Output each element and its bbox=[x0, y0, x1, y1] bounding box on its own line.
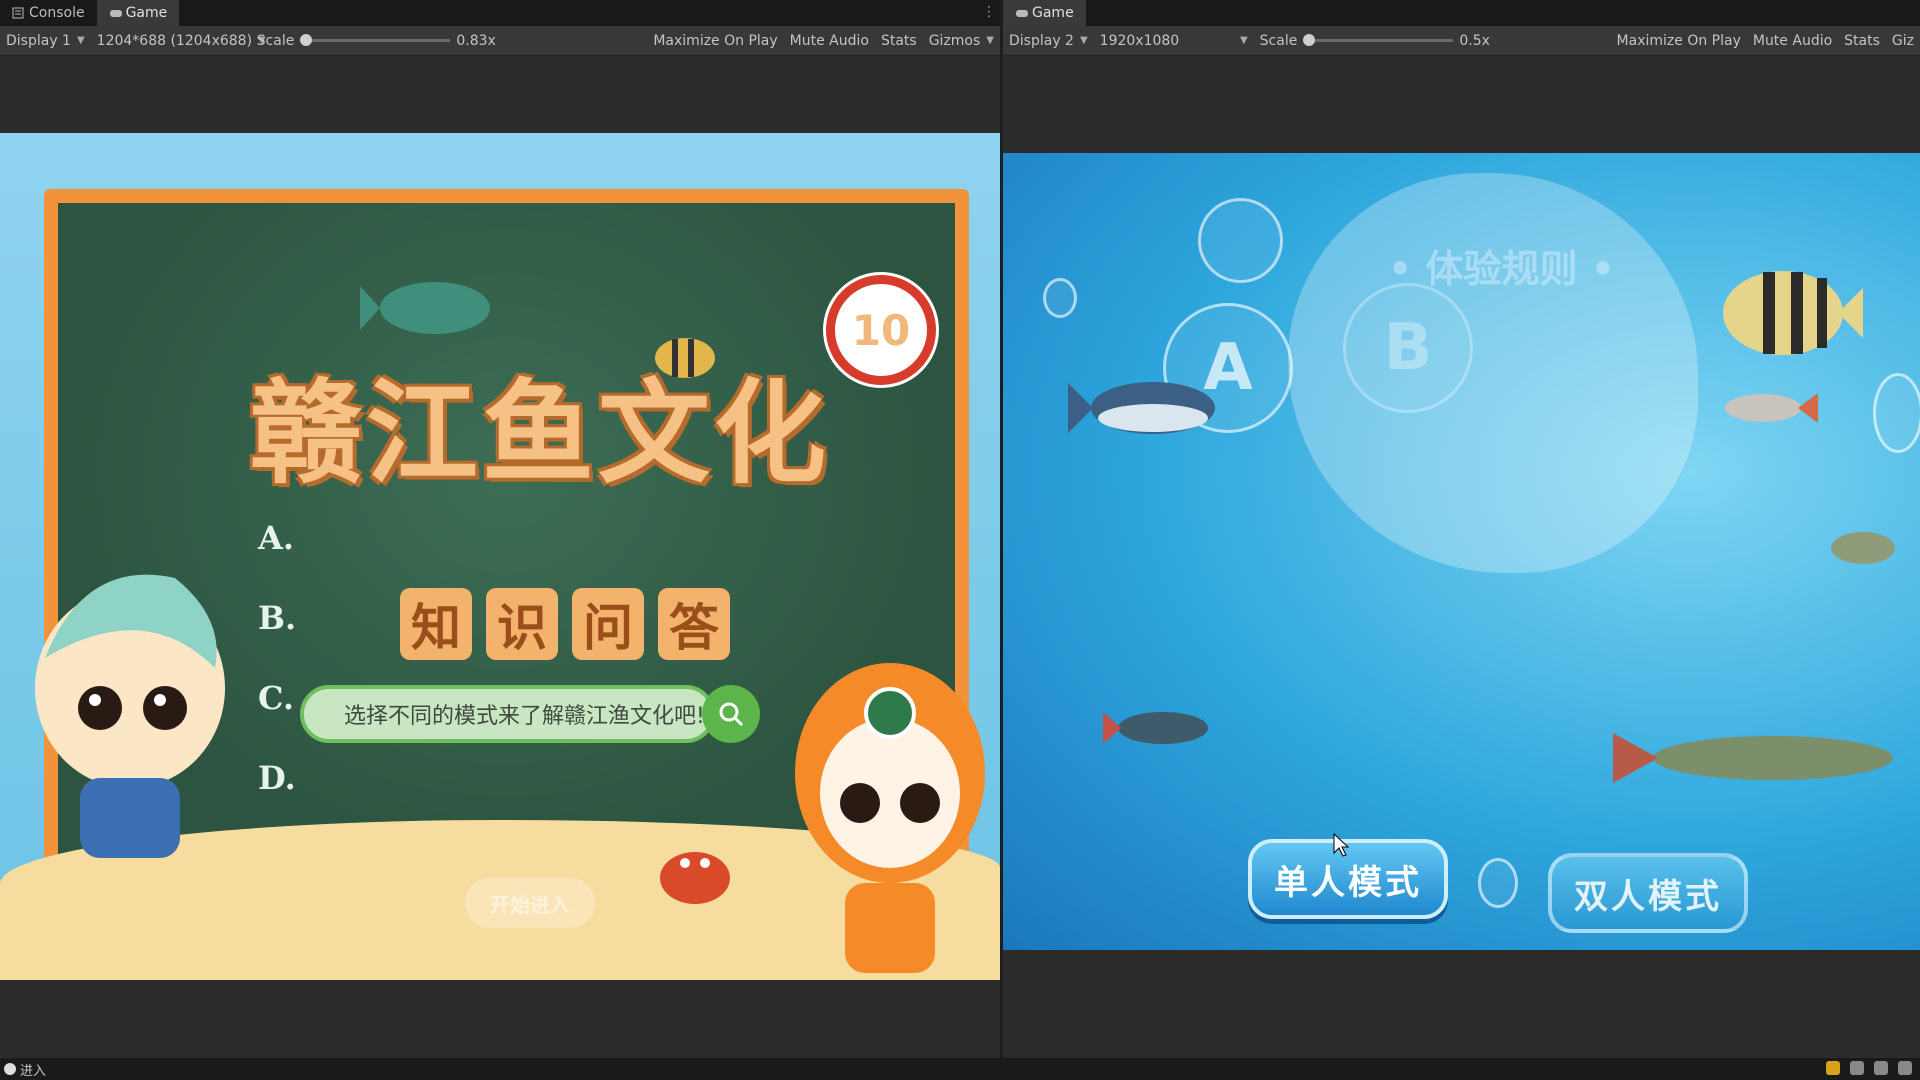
chevron-down-icon: ▼ bbox=[76, 35, 85, 46]
tab-console[interactable]: Console bbox=[0, 0, 97, 26]
choice-c: C. bbox=[258, 679, 295, 717]
resolution-label: 1204*688 (1204x688) bbox=[96, 32, 253, 49]
prompt-bar: 选择不同的模式来了解赣江渔文化吧! bbox=[300, 685, 715, 743]
subtitle-char: 识 bbox=[486, 588, 558, 660]
tab-game-2[interactable]: Game bbox=[1003, 0, 1086, 26]
settings-icon[interactable] bbox=[1874, 1061, 1888, 1075]
bubble-decor bbox=[1043, 278, 1077, 318]
crab-icon bbox=[660, 852, 730, 904]
resolution-label: 1920x1080 bbox=[1099, 32, 1180, 49]
console-icon bbox=[12, 7, 24, 19]
gamepad-icon bbox=[109, 7, 122, 19]
gamepad-icon bbox=[1015, 7, 1028, 19]
more-options-icon[interactable]: ⋮ bbox=[982, 4, 996, 20]
search-button[interactable] bbox=[702, 685, 760, 743]
status-message: 进入 bbox=[20, 1063, 47, 1079]
scale-label: Scale bbox=[256, 32, 295, 49]
game-title: 赣江鱼文化 bbox=[250, 368, 830, 499]
mute-audio-toggle[interactable]: Mute Audio bbox=[784, 26, 875, 55]
gizmos-dropdown[interactable]: Giz bbox=[1886, 26, 1920, 55]
network-icon[interactable] bbox=[1850, 1061, 1864, 1075]
scale-slider-knob[interactable] bbox=[300, 34, 313, 46]
bubble-decor bbox=[1478, 858, 1518, 908]
search-icon bbox=[719, 702, 744, 727]
gizmos-label: Gizmos bbox=[928, 32, 981, 49]
choice-d: D. bbox=[258, 759, 296, 797]
gizmos-label: Giz bbox=[1891, 32, 1914, 49]
tab-game-label: Game bbox=[1032, 5, 1074, 21]
mute-audio-toggle[interactable]: Mute Audio bbox=[1747, 26, 1838, 55]
subtitle-char: 知 bbox=[400, 588, 472, 660]
display-label: Display 1 bbox=[6, 32, 71, 49]
scale-value: 0.5x bbox=[1459, 32, 1490, 49]
stats-toggle[interactable]: Stats bbox=[1838, 26, 1886, 55]
small-fish-icon bbox=[1831, 532, 1895, 564]
mascot-left bbox=[35, 574, 225, 858]
tab-console-label: Console bbox=[29, 5, 85, 21]
start-button[interactable]: 开始进入 bbox=[465, 878, 595, 928]
bubble-decor bbox=[1873, 373, 1920, 453]
scale-slider[interactable] bbox=[1303, 34, 1454, 46]
chevron-down-icon: ▼ bbox=[1239, 35, 1248, 46]
maximize-on-play-toggle[interactable]: Maximize On Play bbox=[647, 26, 783, 55]
countdown-timer: 10 bbox=[826, 275, 936, 385]
display-dropdown[interactable]: Display 1 ▼ bbox=[0, 26, 91, 55]
pike-fish-icon bbox=[1613, 733, 1893, 783]
choice-a: A. bbox=[258, 519, 294, 557]
mute-label: Mute Audio bbox=[1752, 32, 1833, 49]
resolution-dropdown[interactable]: 1920x1080 ▼ bbox=[1094, 26, 1254, 55]
scale-slider-knob[interactable] bbox=[1303, 34, 1316, 46]
maximize-label: Maximize On Play bbox=[653, 32, 778, 49]
display-label: Display 2 bbox=[1009, 32, 1074, 49]
fish-icon bbox=[360, 282, 490, 334]
scale-slider[interactable] bbox=[300, 34, 451, 46]
subtitle-char: 问 bbox=[572, 588, 644, 660]
chevron-down-icon: ▼ bbox=[1079, 35, 1088, 46]
choice-b: B. bbox=[258, 599, 297, 637]
mouse-cursor-icon bbox=[1333, 833, 1349, 857]
right-game-toolbar: Display 2 ▼ 1920x1080 ▼ Scale 0.5x Maximiz… bbox=[1003, 26, 1920, 56]
tuna-fish-icon bbox=[1068, 382, 1215, 434]
scale-value: 0.83x bbox=[456, 32, 496, 49]
right-tabbar: Game bbox=[1003, 0, 1920, 26]
mascot-right bbox=[795, 663, 985, 973]
subtitle-char: 答 bbox=[658, 588, 730, 660]
bubble-b: B bbox=[1343, 283, 1473, 413]
maximize-on-play-toggle[interactable]: Maximize On Play bbox=[1611, 26, 1747, 55]
stats-toggle[interactable]: Stats bbox=[875, 26, 923, 55]
small-fish-icon bbox=[1725, 393, 1818, 423]
display-dropdown[interactable]: Display 2 ▼ bbox=[1003, 26, 1094, 55]
scale-control: Scale 0.83x bbox=[251, 26, 502, 55]
status-bar: 进入 bbox=[0, 1058, 1920, 1080]
stats-label: Stats bbox=[1844, 32, 1880, 49]
mute-label: Mute Audio bbox=[789, 32, 869, 49]
chevron-down-icon: ▼ bbox=[986, 35, 994, 46]
tab-game-label: Game bbox=[125, 5, 168, 21]
left-editor-pane: Console Game ⋮ Display 1 ▼ 1204*688 (1204… bbox=[0, 0, 1000, 1058]
maximize-label: Maximize On Play bbox=[1616, 32, 1741, 49]
double-mode-button[interactable]: 双人模式 bbox=[1548, 853, 1748, 933]
gizmos-dropdown[interactable]: Gizmos ▼ bbox=[923, 26, 1000, 55]
left-game-view[interactable]: 赣江鱼文化 A. B. C. D. 知 识 问 答 10 选择不同的模式来了解赣… bbox=[0, 133, 1000, 980]
info-icon bbox=[4, 1063, 16, 1075]
small-fish-icon bbox=[1103, 712, 1208, 744]
striped-fish-icon bbox=[1723, 271, 1863, 355]
bubble-decor bbox=[1198, 198, 1283, 283]
choice-labels: A. B. C. D. bbox=[258, 498, 296, 818]
scale-control: Scale 0.5x bbox=[1254, 26, 1496, 55]
left-game-toolbar: Display 1 ▼ 1204*688 (1204x688) ▼ Scale 0.… bbox=[0, 26, 1000, 56]
subtitle-quiz: 知 识 问 答 bbox=[400, 588, 730, 660]
prompt-text: 选择不同的模式来了解赣江渔文化吧! bbox=[344, 704, 705, 729]
stats-label: Stats bbox=[880, 32, 917, 49]
warning-icon[interactable] bbox=[1826, 1061, 1840, 1075]
tab-game[interactable]: Game bbox=[96, 0, 180, 26]
resolution-dropdown[interactable]: 1204*688 (1204x688) ▼ bbox=[91, 26, 266, 55]
status-icons bbox=[1826, 1061, 1912, 1075]
right-editor-pane: Game Display 2 ▼ 1920x1080 ▼ Scale 0.5x Ma… bbox=[1003, 0, 1920, 1058]
left-tabbar: Console Game ⋮ bbox=[0, 0, 1000, 26]
scale-label: Scale bbox=[1259, 32, 1298, 49]
collab-icon[interactable] bbox=[1898, 1061, 1912, 1075]
right-game-view[interactable]: • 体验规则 • A B 单人模式 双人模式 bbox=[1003, 153, 1920, 950]
